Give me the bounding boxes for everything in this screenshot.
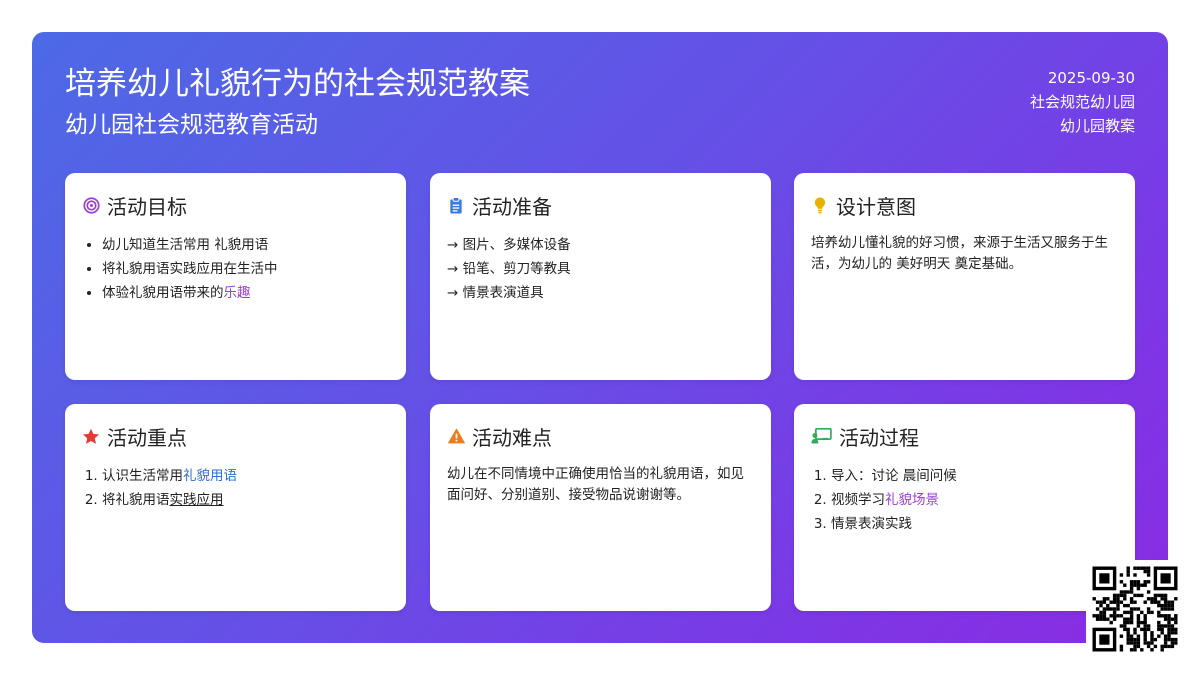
difficulty-card-header: 活动难点 (447, 422, 755, 450)
teacher-icon (811, 427, 832, 445)
highlight-text: 礼貌用语 (183, 468, 237, 484)
qr-code-graphic (1092, 566, 1178, 652)
key-card-header: 活动重点 (82, 422, 390, 450)
highlight-text: 乐趣 (223, 285, 251, 301)
prep-card-body: → 图片、多媒体设备 → 铅笔、剪刀等教具 → 情景表演道具 (447, 233, 755, 305)
lesson-plan-panel: 培养幼儿礼貌行为的社会规范教案 幼儿园社会规范教育活动 2025-09-30 社… (32, 32, 1168, 643)
prep-card-header: 活动准备 (447, 191, 755, 219)
list-item: 视频学习礼貌场景 (831, 488, 1119, 512)
intent-card-title: 设计意图 (836, 194, 916, 219)
prep-card: 活动准备 → 图片、多媒体设备 → 铅笔、剪刀等教具 → 情景表演道具 (430, 173, 771, 380)
qr-code-icon (1086, 560, 1184, 658)
difficulty-card-title: 活动难点 (472, 425, 552, 450)
star-icon (82, 427, 100, 445)
key-card: 活动重点 认识生活常用礼貌用语 将礼貌用语实践应用 (65, 404, 406, 611)
header-meta: 2025-09-30 社会规范幼儿园 幼儿园教案 (1030, 66, 1135, 138)
doc-type-label: 幼儿园教案 (1059, 117, 1135, 135)
school-label: 社会规范幼儿园 (1029, 93, 1135, 111)
prep-card-title: 活动准备 (472, 194, 552, 219)
list-item: → 铅笔、剪刀等教具 (447, 261, 571, 277)
intent-card: 设计意图 培养幼儿懂礼貌的好习惯，来源于生活又服务于生活，为幼儿的 美好明天 奠… (794, 173, 1135, 380)
list-item: → 情景表演道具 (447, 285, 544, 301)
list-item: 将礼貌用语实践应用 (102, 488, 390, 512)
list-item: 认识生活常用礼貌用语 (102, 464, 390, 488)
list-item-text: 视频学习 (831, 492, 885, 508)
goals-card-title: 活动目标 (107, 194, 187, 219)
key-card-title: 活动重点 (107, 425, 187, 450)
list-item-text: 将礼貌用语 (102, 492, 170, 508)
lightbulb-icon (811, 196, 829, 214)
page-subtitle: 幼儿园社会规范教育活动 (65, 112, 318, 138)
clipboard-icon (447, 196, 465, 214)
intent-text: 培养幼儿懂礼貌的好习惯，来源于生活又服务于生活，为幼儿的 美好明天 奠定基础。 (811, 235, 1108, 272)
list-item: 情景表演实践 (831, 512, 1119, 536)
target-icon (82, 196, 100, 214)
page-title: 培养幼儿礼貌行为的社会规范教案 (65, 66, 530, 102)
intent-card-header: 设计意图 (811, 191, 1119, 219)
list-item: 导入：讨论 晨间问候 (831, 464, 1119, 488)
difficulty-card: 活动难点 幼儿在不同情境中正确使用恰当的礼貌用语，如见面问好、分别道别、接受物品… (430, 404, 771, 611)
list-item: 将礼貌用语实践应用在生活中 (102, 257, 390, 281)
warning-icon (447, 427, 465, 445)
difficulty-text: 幼儿在不同情境中正确使用恰当的礼貌用语，如见面问好、分别道别、接受物品说谢谢等。 (447, 466, 744, 503)
list-item: 体验礼貌用语带来的乐趣 (102, 281, 390, 305)
list-item: → 图片、多媒体设备 (447, 237, 571, 253)
list-item-text: 体验礼貌用语带来的 (102, 285, 224, 301)
date-label: 2025-09-30 (1047, 69, 1135, 87)
list-item-text: 认识生活常用 (102, 468, 183, 484)
goals-card: 活动目标 幼儿知道生活常用 礼貌用语 将礼貌用语实践应用在生活中 体验礼貌用语带… (65, 173, 406, 380)
intent-card-body: 培养幼儿懂礼貌的好习惯，来源于生活又服务于生活，为幼儿的 美好明天 奠定基础。 (811, 233, 1119, 275)
process-card-body: 导入：讨论 晨间问候 视频学习礼貌场景 情景表演实践 (811, 464, 1119, 536)
highlight-text: 礼貌场景 (885, 492, 939, 508)
underlined-text: 实践应用 (169, 492, 224, 508)
process-card: 活动过程 导入：讨论 晨间问候 视频学习礼貌场景 情景表演实践 (794, 404, 1135, 611)
process-card-header: 活动过程 (811, 422, 1119, 450)
goals-card-header: 活动目标 (82, 191, 390, 219)
goals-card-body: 幼儿知道生活常用 礼貌用语 将礼貌用语实践应用在生活中 体验礼貌用语带来的乐趣 (82, 233, 390, 305)
list-item: 幼儿知道生活常用 礼貌用语 (102, 233, 390, 257)
process-card-title: 活动过程 (839, 425, 919, 450)
difficulty-card-body: 幼儿在不同情境中正确使用恰当的礼貌用语，如见面问好、分别道别、接受物品说谢谢等。 (447, 464, 755, 506)
key-card-body: 认识生活常用礼貌用语 将礼貌用语实践应用 (82, 464, 390, 512)
header-left: 培养幼儿礼貌行为的社会规范教案 幼儿园社会规范教育活动 (65, 62, 530, 142)
